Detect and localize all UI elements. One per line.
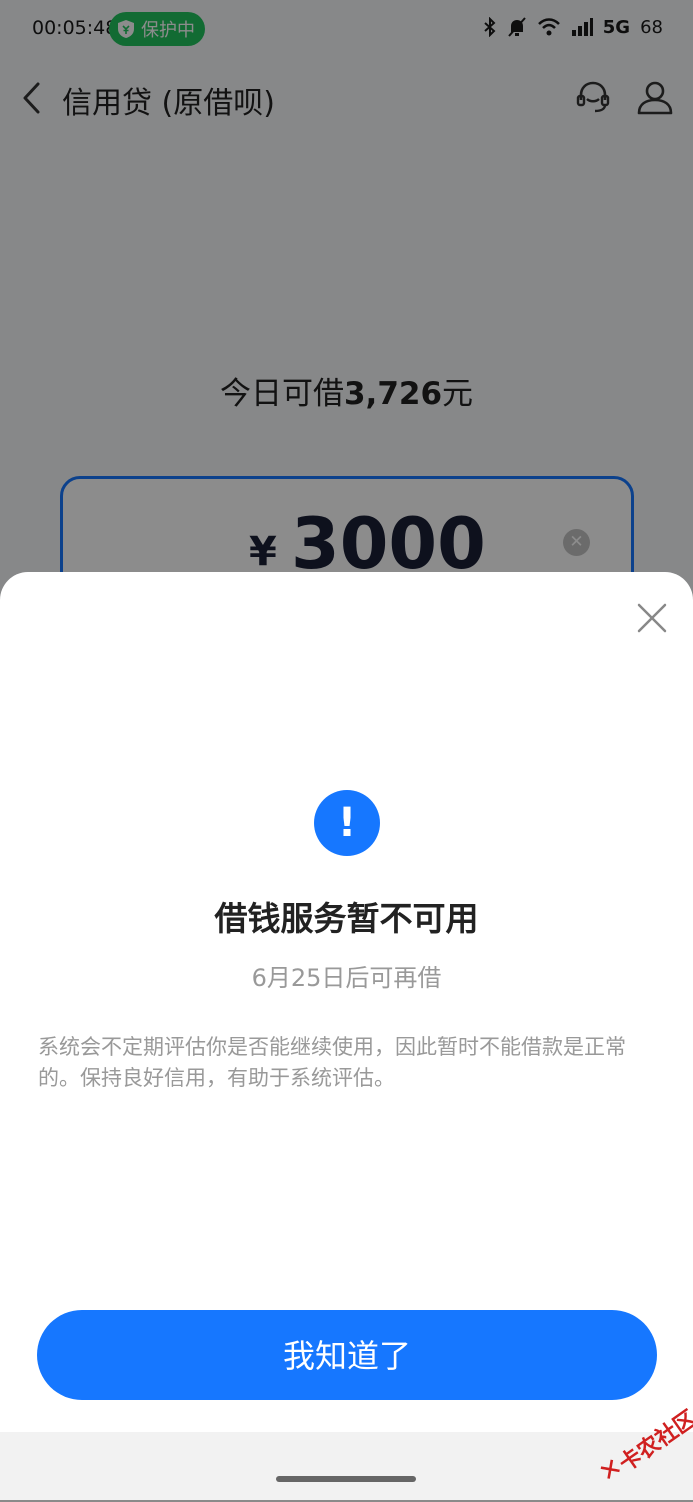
dialog-description: 系统会不定期评估你是否能继续使用，因此暂时不能借款是正常的。保持良好信用，有助于…: [38, 1035, 626, 1090]
home-indicator[interactable]: [276, 1476, 416, 1482]
dialog-subtitle: 6月25日后可再借: [251, 964, 442, 992]
close-icon[interactable]: [636, 602, 668, 634]
confirm-button[interactable]: 我知道了: [37, 1310, 657, 1400]
dialog-sheet: [0, 572, 693, 1432]
navigation-bar-area: [0, 1432, 693, 1500]
dialog-title: 借钱服务暂不可用: [214, 899, 479, 938]
alert-exclamation-icon: !: [314, 790, 380, 856]
